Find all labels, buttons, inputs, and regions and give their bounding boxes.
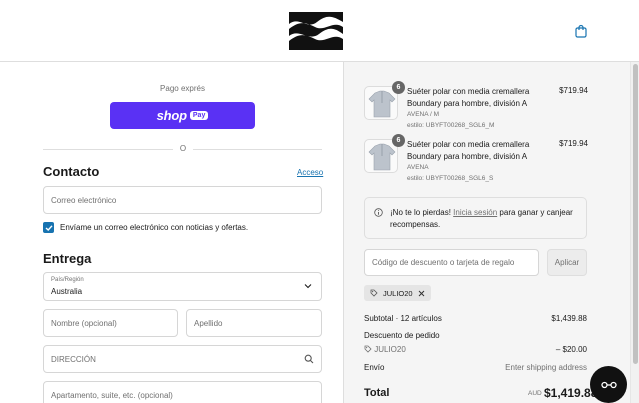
- product-name: Suéter polar con media cremallera Bounda…: [407, 140, 530, 161]
- first-name-field[interactable]: Nombre (opcional): [43, 309, 178, 337]
- subtotal-row: Subtotal · 12 artículos $1,439.88: [364, 314, 587, 323]
- rewards-prefix: ¡No te lo pierdas!: [390, 208, 451, 217]
- product-variant: AVENA: [407, 164, 429, 171]
- checkout-header: [0, 0, 639, 62]
- shop-pay-button[interactable]: shop Pay: [110, 102, 255, 129]
- close-icon[interactable]: [418, 290, 425, 297]
- country-label: País/Región: [51, 277, 84, 283]
- newsletter-checkbox-row[interactable]: Envíame un correo electrónico con notici…: [43, 222, 248, 233]
- shopping-bag-icon[interactable]: [575, 24, 587, 38]
- total-currency: AUD: [528, 390, 542, 397]
- email-field[interactable]: Correo electrónico: [43, 186, 322, 214]
- brand-logo-icon[interactable]: [289, 12, 343, 50]
- cart-item: 6 Suéter polar con media cremallera Boun…: [364, 81, 588, 129]
- chevron-down-icon: [304, 284, 312, 289]
- apartment-field[interactable]: Apartamento, suite, etc. (opcional): [43, 381, 322, 403]
- product-variant: AVENA / M: [407, 111, 440, 118]
- applied-code-label: JULIO20: [383, 288, 413, 298]
- quantity-badge: 6: [392, 134, 405, 147]
- newsletter-label: Envíame un correo electrónico con notici…: [60, 223, 249, 232]
- subtotal-value: $1,439.88: [551, 314, 587, 323]
- shop-pay-badge: Pay: [189, 111, 209, 120]
- product-sku: estilo: UBYFT00268_SGL6_S: [407, 175, 494, 182]
- order-discount-code-row: JULIO20 – $20.00: [364, 345, 587, 354]
- express-checkout-label: Pago exprés: [160, 84, 205, 93]
- delivery-title: Entrega: [43, 251, 92, 266]
- product-sku: estilo: UBYFT00268_SGL6_M: [407, 122, 495, 129]
- rewards-text: ¡No te lo pierdas! Inicia sesión para ga…: [390, 207, 580, 231]
- order-discount-row: Descuento de pedido: [364, 331, 587, 340]
- checkout-form: Pago exprés shop Pay O Contacto Acceso C…: [0, 62, 343, 403]
- tag-icon: [370, 289, 378, 297]
- checkmark-icon: [45, 224, 53, 231]
- info-icon: [374, 208, 383, 217]
- total-label: Total: [364, 387, 390, 399]
- tag-icon: [364, 345, 372, 353]
- shipping-value: Enter shipping address: [505, 363, 587, 372]
- shop-pay-wordmark: shop: [156, 108, 187, 123]
- discount-code-input[interactable]: Código de descuento o tarjeta de regalo: [364, 249, 539, 276]
- chat-button[interactable]: [590, 366, 627, 403]
- rewards-banner: ¡No te lo pierdas! Inicia sesión para ga…: [364, 197, 587, 239]
- address-placeholder: DIRECCIÓN: [51, 354, 96, 364]
- or-divider: O: [43, 144, 322, 154]
- country-select[interactable]: País/Región Australia: [43, 272, 322, 301]
- apply-discount-button[interactable]: Aplicar: [547, 249, 587, 276]
- subtotal-label: Subtotal · 12 artículos: [364, 314, 442, 323]
- sign-in-link[interactable]: Inicia sesión: [453, 208, 497, 217]
- order-discount-value: – $20.00: [555, 345, 587, 354]
- shipping-row: Envío Enter shipping address: [364, 363, 587, 372]
- quantity-badge: 6: [392, 81, 405, 94]
- newsletter-checkbox[interactable]: [43, 222, 54, 233]
- or-divider-label: O: [179, 144, 187, 153]
- cart-item: 6 Suéter polar con media cremallera Boun…: [364, 134, 588, 182]
- last-name-field[interactable]: Apellido: [186, 309, 322, 337]
- product-thumbnail: 6: [364, 81, 405, 120]
- chat-icon: [600, 381, 617, 388]
- applied-code-chip: JULIO20: [364, 285, 431, 301]
- page-scrollbar[interactable]: [630, 62, 639, 403]
- address-field[interactable]: DIRECCIÓN: [43, 345, 322, 373]
- shipping-label: Envío: [364, 363, 385, 372]
- search-icon: [304, 354, 314, 364]
- product-price: $719.94: [559, 139, 588, 148]
- order-discount-code: JULIO20: [374, 345, 406, 354]
- scrollbar-thumb[interactable]: [633, 64, 638, 364]
- contact-title: Contacto: [43, 164, 100, 179]
- order-discount-label: Descuento de pedido: [364, 331, 440, 340]
- product-name: Suéter polar con media cremallera Bounda…: [407, 87, 530, 108]
- product-price: $719.94: [559, 86, 588, 95]
- product-thumbnail: 6: [364, 134, 405, 173]
- login-link[interactable]: Acceso: [297, 168, 323, 177]
- country-value: Australia: [51, 287, 83, 296]
